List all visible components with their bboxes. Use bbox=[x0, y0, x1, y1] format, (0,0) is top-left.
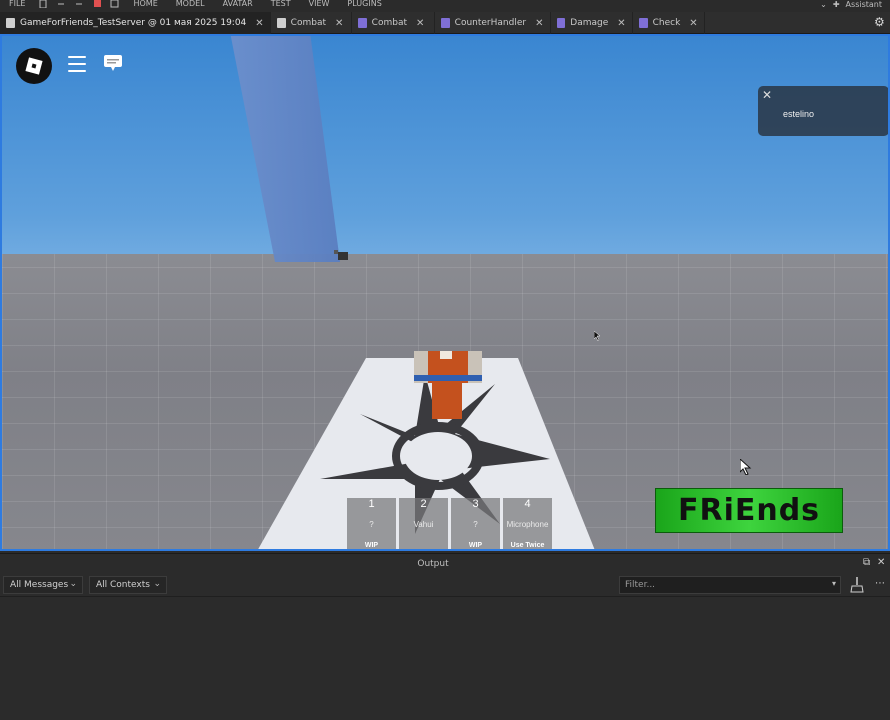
assistant-area: ⌄ ✚ Assistant bbox=[814, 0, 890, 9]
close-icon[interactable]: ✕ bbox=[255, 18, 263, 29]
menu-avatar[interactable]: AVATAR bbox=[214, 0, 262, 9]
more-options-icon[interactable]: ⋯ bbox=[875, 578, 885, 589]
document-icon bbox=[276, 18, 286, 28]
tab-counterhandler[interactable]: CounterHandler ✕ bbox=[435, 12, 551, 34]
game-viewport[interactable]: ✕ estelino 1 ? WIP 2 Vahui 3 ? WIP 4 Mic… bbox=[0, 34, 890, 551]
script-icon bbox=[556, 18, 566, 28]
hotbar-slot-2[interactable]: 2 Vahui bbox=[399, 498, 448, 549]
slot-name: ? bbox=[369, 520, 374, 529]
mouse-pointer-icon bbox=[740, 459, 752, 475]
redo-icon[interactable] bbox=[74, 0, 84, 8]
notification-text: estelino bbox=[783, 109, 815, 119]
notification-toast: ✕ estelino bbox=[758, 86, 888, 136]
chevron-down-icon: ▾ bbox=[831, 579, 836, 588]
hotbar-slot-1[interactable]: 1 ? WIP bbox=[347, 498, 396, 549]
slot-name: ? bbox=[473, 520, 478, 529]
tab-check[interactable]: Check ✕ bbox=[633, 12, 705, 34]
cursor-icon bbox=[594, 331, 601, 341]
tab-label: CounterHandler bbox=[454, 18, 527, 28]
menu-home[interactable]: HOME bbox=[124, 0, 166, 9]
close-icon[interactable]: ✕ bbox=[617, 18, 625, 29]
slot-number: 2 bbox=[420, 498, 427, 510]
output-log[interactable] bbox=[0, 597, 890, 720]
tab-label: GameForFriends_TestServer @ 01 мая 2025 … bbox=[20, 18, 247, 28]
tab-label: Combat bbox=[290, 18, 326, 28]
slot-sub: WIP bbox=[364, 542, 379, 549]
script-icon bbox=[440, 18, 450, 28]
slot-sub: Use Twice bbox=[510, 542, 545, 549]
switch-view-icon[interactable] bbox=[110, 0, 120, 8]
assistant-plus-icon[interactable]: ✚ bbox=[833, 0, 840, 9]
sky bbox=[2, 36, 888, 256]
chevron-down-icon: ⌄ bbox=[153, 579, 161, 589]
messages-filter-value: All Messages bbox=[10, 580, 69, 590]
hotbar: 1 ? WIP 2 Vahui 3 ? WIP 4 Microphone Use… bbox=[347, 498, 552, 549]
tab-combat-script[interactable]: Combat ✕ bbox=[352, 12, 435, 34]
slot-number: 3 bbox=[472, 498, 479, 510]
slot-sub: WIP bbox=[468, 542, 483, 549]
distant-npc bbox=[334, 250, 348, 260]
undo-icon[interactable] bbox=[56, 0, 66, 8]
filter-input[interactable]: Filter... ▾ bbox=[619, 576, 841, 594]
hamburger-menu-icon[interactable] bbox=[68, 56, 86, 72]
filter-placeholder: Filter... bbox=[625, 580, 656, 590]
roblox-menu-icon[interactable] bbox=[16, 48, 52, 84]
tab-label: Damage bbox=[570, 18, 609, 28]
tab-label: Check bbox=[652, 18, 681, 28]
player-character bbox=[414, 351, 482, 419]
close-icon[interactable]: ✕ bbox=[535, 18, 543, 29]
gear-icon[interactable]: ⚙ bbox=[874, 16, 886, 28]
output-toolbar: All Messages ⌄ All Contexts ⌄ Filter... … bbox=[0, 573, 890, 597]
close-icon[interactable]: ✕ bbox=[689, 18, 697, 29]
menu-bar: FILE HOME MODEL AVATAR TEST VIEW PLUGINS… bbox=[0, 0, 890, 12]
output-header: Output ⧉ ✕ bbox=[0, 553, 890, 573]
tab-combat-doc[interactable]: Combat ✕ bbox=[271, 12, 352, 34]
undock-icon[interactable]: ⧉ bbox=[863, 557, 870, 568]
tab-label: Combat bbox=[371, 18, 407, 28]
menu-test[interactable]: TEST bbox=[262, 0, 300, 9]
script-icon bbox=[357, 18, 367, 28]
expand-chevron-icon[interactable]: ⌄ bbox=[820, 0, 827, 9]
friends-banner: FRiEnds bbox=[655, 488, 843, 533]
clear-output-icon[interactable] bbox=[850, 577, 864, 593]
friends-banner-text: FRiEnds bbox=[677, 493, 821, 528]
hotbar-slot-3[interactable]: 3 ? WIP bbox=[451, 498, 500, 549]
slot-name: Microphone bbox=[506, 520, 549, 529]
output-title: Output bbox=[417, 559, 449, 569]
menu-model[interactable]: MODEL bbox=[167, 0, 214, 9]
editor-tabs: GameForFriends_TestServer @ 01 мая 2025 … bbox=[0, 12, 890, 34]
place-icon bbox=[6, 18, 15, 28]
messages-filter-dropdown[interactable]: All Messages ⌄ bbox=[3, 576, 83, 594]
hotbar-slot-4[interactable]: 4 Microphone Use Twice bbox=[503, 498, 552, 549]
assistant-button[interactable]: Assistant bbox=[846, 0, 882, 9]
contexts-filter-value: All Contexts bbox=[96, 580, 150, 590]
chat-icon[interactable] bbox=[103, 54, 123, 72]
slot-name: Vahui bbox=[413, 520, 434, 529]
close-icon[interactable]: ✕ bbox=[877, 557, 885, 568]
slot-number: 4 bbox=[524, 498, 531, 510]
close-icon[interactable]: ✕ bbox=[335, 18, 343, 29]
stop-icon[interactable] bbox=[92, 0, 102, 8]
menu-plugins[interactable]: PLUGINS bbox=[338, 0, 390, 9]
tab-place[interactable]: GameForFriends_TestServer @ 01 мая 2025 … bbox=[0, 12, 271, 34]
contexts-filter-dropdown[interactable]: All Contexts ⌄ bbox=[89, 576, 167, 594]
new-file-icon[interactable] bbox=[38, 0, 48, 8]
chevron-down-icon: ⌄ bbox=[69, 579, 77, 589]
close-icon[interactable]: ✕ bbox=[762, 88, 772, 102]
close-icon[interactable]: ✕ bbox=[416, 18, 424, 29]
menu-file[interactable]: FILE bbox=[0, 0, 34, 9]
slot-number: 1 bbox=[368, 498, 375, 510]
tab-damage[interactable]: Damage ✕ bbox=[551, 12, 633, 34]
menu-view[interactable]: VIEW bbox=[300, 0, 339, 9]
script-icon bbox=[638, 18, 648, 28]
